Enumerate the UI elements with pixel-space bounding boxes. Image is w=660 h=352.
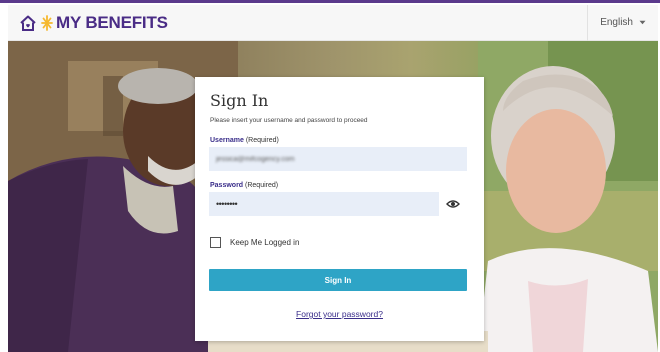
sign-in-card: Sign In Please insert your username and … (195, 77, 484, 341)
caret-down-icon (639, 20, 646, 25)
keep-logged-in-label: Keep Me Logged in (230, 238, 300, 247)
password-input[interactable]: •••••••• (209, 192, 439, 216)
sign-in-button[interactable]: Sign In (209, 269, 467, 291)
app-header: MY BENEFITS English (8, 4, 658, 41)
password-required: (Required) (245, 182, 279, 189)
language-selector[interactable]: English (587, 4, 658, 41)
password-label: Password (Required) (210, 182, 278, 189)
star-burst-icon (41, 14, 53, 31)
brand-name: MY BENEFITS (56, 12, 168, 32)
language-label: English (600, 17, 633, 28)
keep-logged-in-option[interactable]: Keep Me Logged in (210, 237, 299, 248)
top-accent-line (0, 0, 660, 3)
home-icon (20, 15, 36, 31)
brand-logo[interactable]: MY BENEFITS (18, 13, 168, 33)
username-label: Username (Required) (210, 137, 279, 144)
sign-in-title: Sign In (210, 91, 269, 110)
username-value: jessica@mifcogency.com (216, 155, 295, 163)
forgot-password-link[interactable]: Forgot your password? (195, 309, 484, 319)
show-password-eye-icon[interactable] (446, 199, 460, 209)
sign-in-subtitle: Please insert your username and password… (210, 117, 368, 124)
password-value: •••••••• (216, 199, 238, 209)
username-input[interactable]: jessica@mifcogency.com (209, 147, 467, 171)
username-label-text: Username (210, 137, 244, 144)
password-label-text: Password (210, 182, 244, 189)
keep-logged-in-checkbox[interactable] (210, 237, 221, 248)
username-required: (Required) (245, 137, 279, 144)
